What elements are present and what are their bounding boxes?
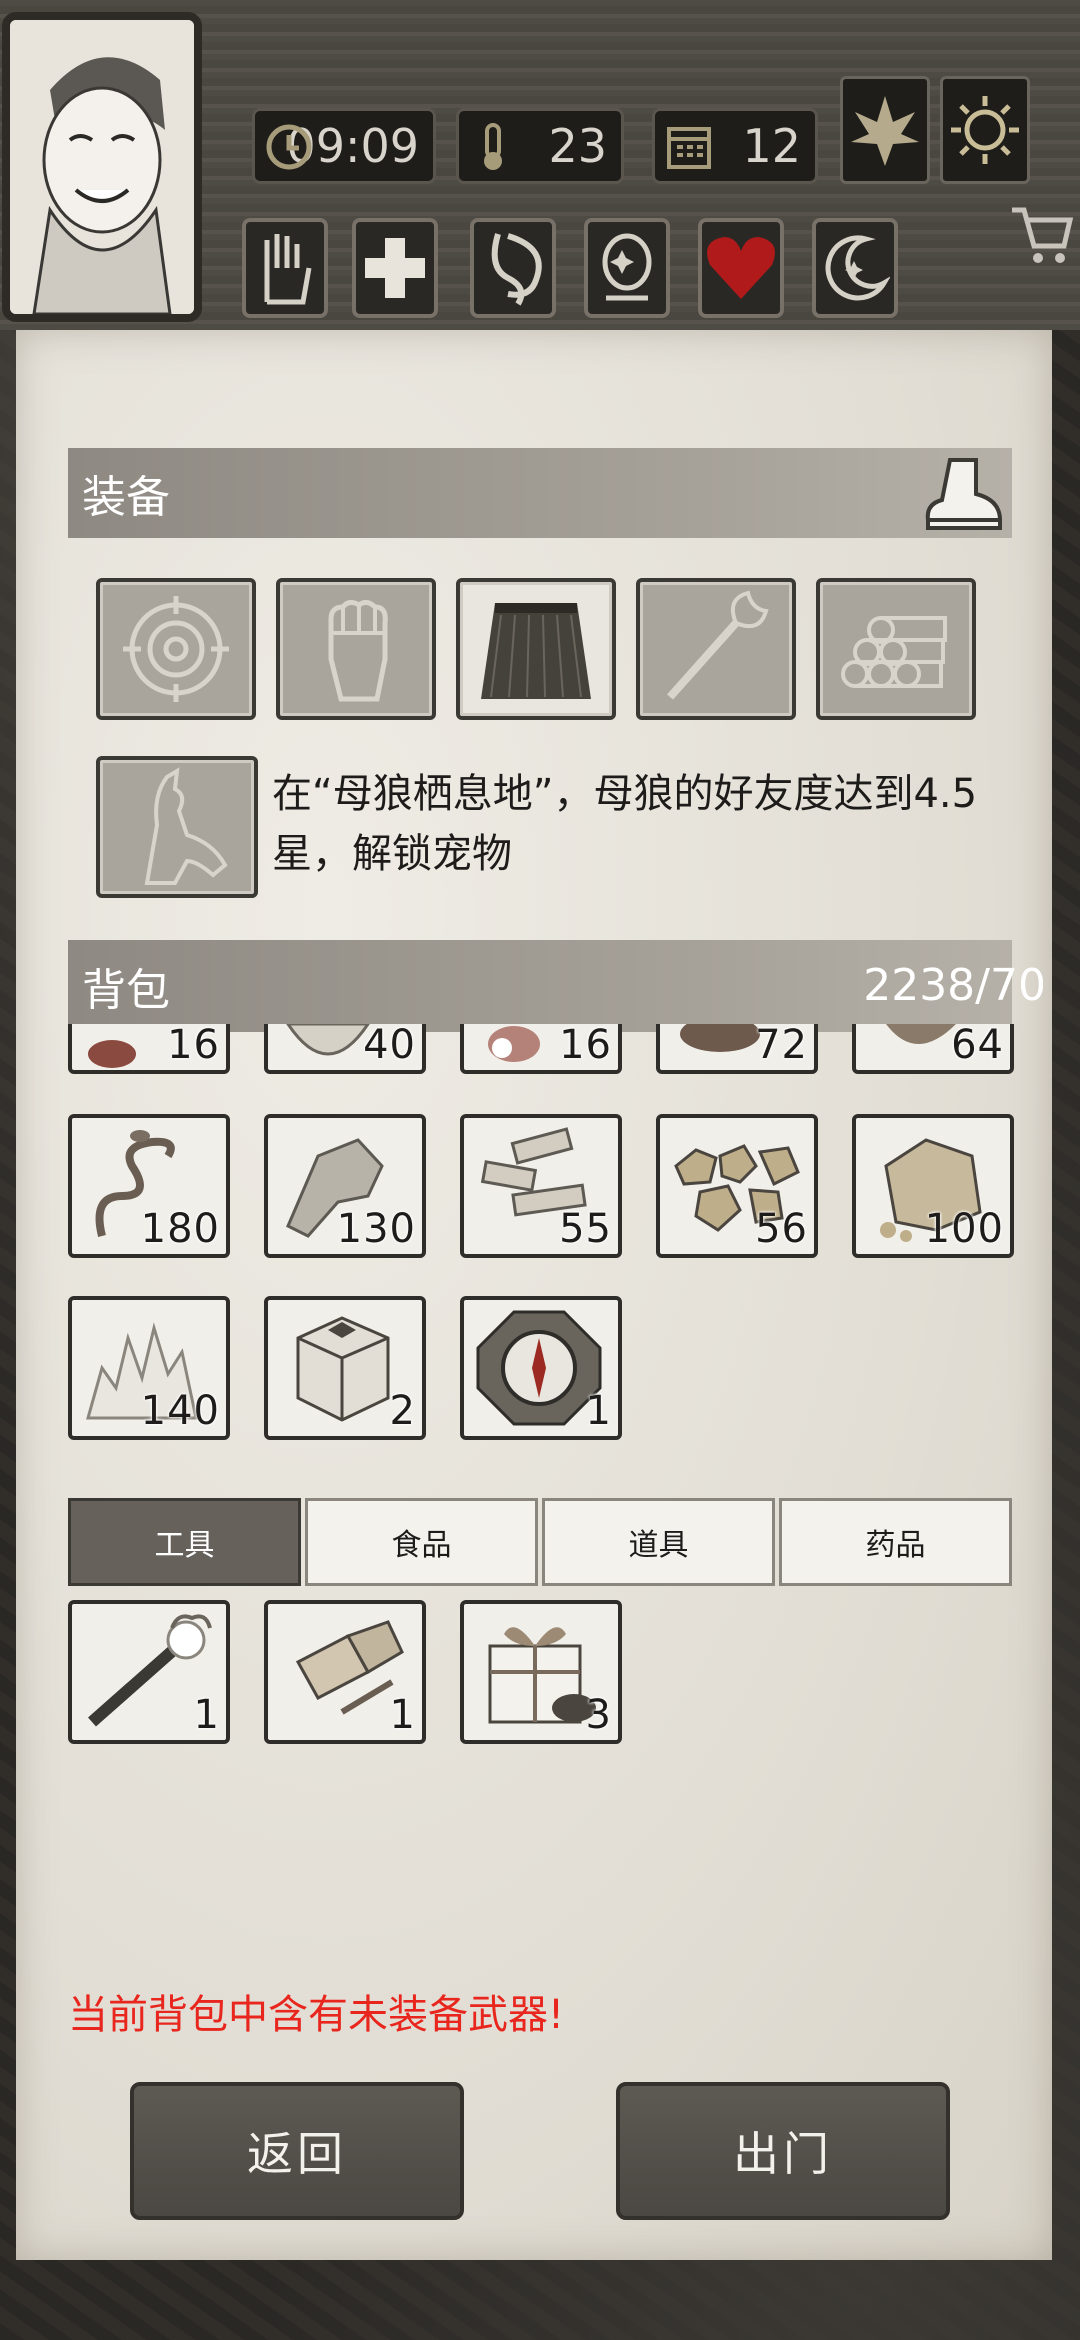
weapon-slot-target[interactable] — [96, 578, 256, 720]
heart-icon — [707, 237, 775, 299]
shop-cart-icon[interactable] — [1008, 200, 1074, 270]
firewood-icon — [841, 616, 947, 688]
category-tabs: 工具 食品 道具 药品 — [68, 1498, 1012, 1590]
firewood-slot[interactable] — [816, 578, 976, 720]
fist-icon — [328, 599, 388, 702]
tab-food[interactable]: 食品 — [305, 1498, 538, 1586]
backpack-item-raw-meat[interactable]: 16 — [460, 1024, 622, 1074]
sun-icon — [951, 96, 1019, 164]
backpack-capacity: 2238/70 — [863, 959, 1046, 1011]
health-status-button[interactable] — [352, 218, 438, 318]
pet-unlock-hint: 在“母狼栖息地”，母狼的好友度达到4.5星，解锁宠物 — [272, 771, 978, 877]
backpack-title: 背包 — [82, 965, 170, 1016]
weather-button[interactable] — [940, 76, 1030, 184]
top-status-bar: 09:09 23 12 — [0, 0, 1080, 330]
tool-item-flashlight[interactable]: 1 — [264, 1600, 426, 1744]
hand-icon — [264, 234, 312, 305]
tab-tools[interactable]: 工具 — [68, 1498, 301, 1586]
tab-props[interactable]: 道具 — [542, 1498, 775, 1586]
temperature-display: 23 — [456, 108, 624, 184]
fist-slot[interactable] — [276, 578, 436, 720]
tool-item-torch[interactable]: 1 — [68, 1600, 230, 1744]
backpack-scrolled-row: 16 40 16 72 64 — [60, 1024, 1020, 1076]
box-icon — [296, 1316, 390, 1422]
torch-outline-icon — [667, 590, 769, 700]
go-out-button[interactable]: 出门 — [616, 2082, 950, 2220]
calendar-icon — [667, 127, 711, 169]
backpack-item-mystery-box[interactable]: 2 — [264, 1296, 426, 1440]
backpack-item-stone[interactable]: 130 — [264, 1114, 426, 1258]
leaf-icon — [851, 96, 919, 166]
thermometer-icon — [484, 123, 502, 170]
armor-slot-grass-skirt[interactable] — [456, 578, 616, 720]
hand-status-button[interactable] — [242, 218, 328, 318]
unequipped-weapon-warning: 当前背包中含有未装备武器! — [68, 1992, 565, 2038]
mood-status-button[interactable] — [584, 218, 670, 318]
backpack-item-bowl[interactable]: 40 — [264, 1024, 426, 1074]
pet-slot[interactable] — [96, 756, 258, 898]
head-sparkle-icon — [602, 233, 652, 301]
clock-display: 09:09 — [252, 108, 436, 184]
temperature-value: 23 — [548, 119, 607, 173]
equipment-title: 装备 — [82, 472, 170, 523]
season-button[interactable] — [840, 76, 930, 184]
boot-icon — [925, 458, 1003, 530]
backpack-item-meat-slices[interactable]: 16 — [68, 1024, 230, 1074]
compass-icon — [476, 1310, 602, 1426]
tool-item-gift-box[interactable]: 3 — [460, 1600, 622, 1744]
backpack-item-salt-crystal[interactable]: 140 — [68, 1296, 230, 1440]
sleep-status-button[interactable] — [812, 218, 898, 318]
hunger-status-button[interactable] — [470, 218, 556, 318]
tab-medicine[interactable]: 药品 — [779, 1498, 1012, 1586]
player-portrait[interactable] — [2, 12, 202, 322]
backpack-item-wood-planks[interactable]: 55 — [460, 1114, 622, 1258]
equipment-header: 装备 — [68, 448, 1012, 538]
stomach-icon — [491, 233, 542, 306]
back-button[interactable]: 返回 — [130, 2082, 464, 2220]
backpack-item-gold-ore[interactable]: 56 — [656, 1114, 818, 1258]
clock-icon — [266, 124, 312, 170]
heart-status-button[interactable] — [698, 218, 784, 318]
backpack-item-vine[interactable]: 180 — [68, 1114, 230, 1258]
backpack-header: 背包 2238/70 — [68, 940, 1046, 1032]
backpack-item-compass[interactable]: 1 — [460, 1296, 622, 1440]
medical-cross-icon — [365, 238, 425, 298]
backpack-item-basket[interactable]: 64 — [852, 1024, 1014, 1074]
day-display: 12 — [652, 108, 818, 184]
target-icon — [123, 596, 229, 702]
day-value: 12 — [742, 119, 801, 173]
backpack-item-sandstone[interactable]: 100 — [852, 1114, 1014, 1258]
torch-slot[interactable] — [636, 578, 796, 720]
backpack-item-leather[interactable]: 72 — [656, 1024, 818, 1074]
grass-skirt-icon — [481, 603, 591, 699]
moon-icon — [825, 235, 890, 301]
wolf-howling-icon — [144, 767, 228, 885]
